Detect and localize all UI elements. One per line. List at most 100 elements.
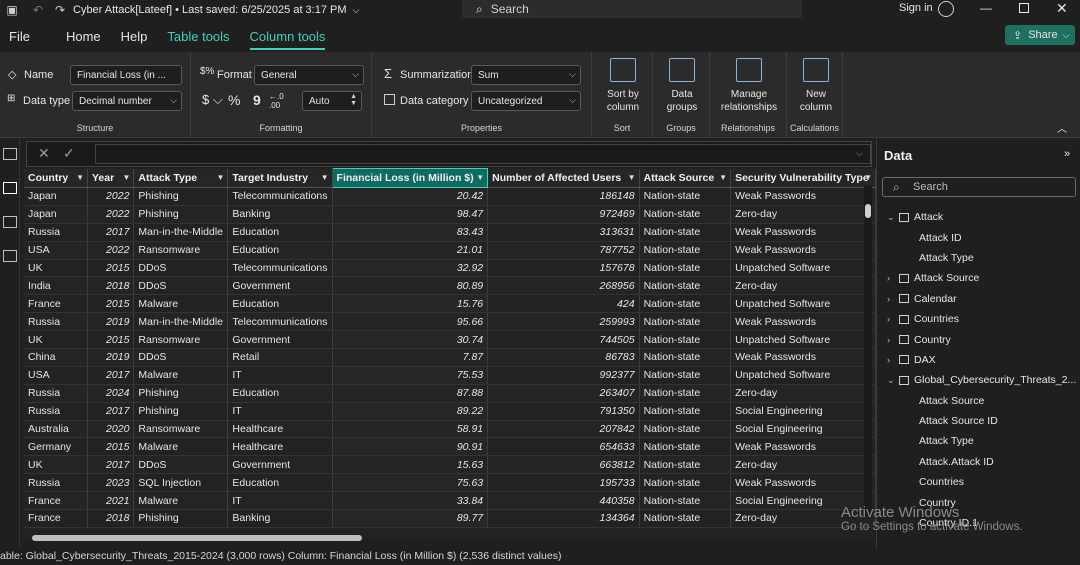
format-select[interactable]: General ⌵: [254, 65, 364, 85]
data-groups-button[interactable]: Data groups: [655, 58, 709, 114]
tree-field-node[interactable]: Attack.Attack ID: [887, 452, 1077, 472]
filter-dropdown-icon[interactable]: ▼: [76, 173, 84, 182]
table-cell[interactable]: Russia: [24, 223, 88, 242]
table-cell[interactable]: 186148: [487, 187, 640, 206]
table-cell[interactable]: 7.87: [332, 348, 489, 367]
table-cell[interactable]: Banking: [227, 509, 333, 528]
table-cell[interactable]: 95.66: [332, 312, 489, 332]
table-cell[interactable]: Telecommunications: [227, 187, 333, 206]
table-cell[interactable]: 157678: [487, 259, 640, 278]
chevron-right-icon[interactable]: ›: [887, 355, 899, 365]
table-cell[interactable]: Healthcare: [227, 437, 333, 457]
model-view-icon[interactable]: [3, 216, 17, 228]
table-cell[interactable]: Education: [227, 473, 333, 493]
new-column-button[interactable]: New column: [789, 58, 843, 114]
table-cell[interactable]: Ransomware: [133, 420, 229, 439]
table-cell[interactable]: Malware: [133, 366, 229, 385]
tree-field-node[interactable]: Attack Source: [887, 391, 1077, 411]
table-cell[interactable]: China: [24, 348, 88, 367]
share-button[interactable]: ⇪ Share ⌵: [1005, 25, 1075, 45]
table-cell[interactable]: Education: [227, 384, 333, 403]
column-header-financial-loss[interactable]: Financial Loss (in Million $) ▼: [331, 168, 489, 188]
table-cell[interactable]: 32.92: [332, 259, 489, 278]
table-cell[interactable]: 313631: [487, 223, 640, 242]
table-cell[interactable]: 83.43: [332, 223, 489, 242]
decimals-stepper[interactable]: Auto ▲ ▼: [302, 91, 362, 111]
sign-in-link[interactable]: Sign in: [899, 2, 933, 14]
table-cell[interactable]: Malware: [133, 294, 229, 314]
table-cell[interactable]: 134364: [487, 509, 640, 528]
table-cell[interactable]: SQL Injection: [133, 473, 229, 493]
tree-field-node[interactable]: Attack ID: [887, 227, 1077, 247]
table-cell[interactable]: 2022: [87, 241, 135, 260]
table-cell[interactable]: 259993: [487, 312, 640, 332]
table-cell[interactable]: IT: [227, 491, 333, 511]
column-header-attack-source[interactable]: Attack Source ▼: [639, 168, 732, 188]
table-cell[interactable]: Nation-state: [639, 276, 732, 296]
table-cell[interactable]: 15.76: [332, 294, 489, 314]
table-cell[interactable]: Nation-state: [639, 420, 732, 439]
table-cell[interactable]: DDoS: [133, 276, 229, 296]
currency-icon[interactable]: $ ⌵: [202, 92, 223, 108]
table-cell[interactable]: Nation-state: [639, 437, 732, 457]
table-cell[interactable]: Nation-state: [639, 455, 732, 475]
comma-icon[interactable]: 9: [253, 92, 261, 108]
table-cell[interactable]: Zero-day: [730, 384, 876, 403]
table-cell[interactable]: 80.89: [332, 276, 489, 296]
table-cell[interactable]: 2015: [87, 437, 135, 457]
table-cell[interactable]: Nation-state: [639, 205, 732, 224]
table-cell[interactable]: UK: [24, 259, 88, 278]
table-cell[interactable]: Nation-state: [639, 473, 732, 493]
table-cell[interactable]: 2020: [87, 420, 135, 439]
redo-icon[interactable]: ↷: [53, 3, 67, 17]
table-cell[interactable]: UK: [24, 455, 88, 475]
chevron-down-icon[interactable]: ⌵: [856, 148, 863, 159]
menu-help[interactable]: Help: [121, 29, 148, 44]
menu-home[interactable]: Home: [66, 29, 101, 44]
table-cell[interactable]: France: [24, 509, 88, 528]
table-cell[interactable]: Telecommunications: [227, 312, 333, 332]
tree-table-node[interactable]: › DAX: [887, 350, 1077, 370]
table-cell[interactable]: 58.91: [332, 420, 489, 439]
table-cell[interactable]: Russia: [24, 402, 88, 421]
table-cell[interactable]: Man-in-the-Middle: [133, 223, 229, 242]
table-cell[interactable]: Zero-day: [730, 276, 876, 296]
manage-relationships-button[interactable]: Manage relationships: [712, 58, 786, 114]
datatype-select[interactable]: Decimal number ⌵: [72, 91, 182, 111]
name-field[interactable]: Financial Loss (in ...: [70, 65, 182, 85]
table-cell[interactable]: Nation-state: [639, 187, 732, 206]
table-cell[interactable]: 2017: [87, 223, 135, 242]
table-cell[interactable]: 2024: [87, 384, 135, 403]
window-title[interactable]: Cyber Attack[Lateef] • Last saved: 6/25/…: [73, 4, 347, 16]
chevron-right-icon[interactable]: ›: [887, 294, 899, 304]
sort-by-column-button[interactable]: Sort by column: [596, 58, 650, 114]
table-cell[interactable]: 2022: [87, 205, 135, 224]
table-cell[interactable]: Government: [227, 276, 333, 296]
tree-field-node[interactable]: Country: [887, 492, 1077, 512]
table-cell[interactable]: 98.47: [332, 205, 489, 224]
table-cell[interactable]: Ransomware: [133, 330, 229, 350]
table-cell[interactable]: 195733: [487, 473, 640, 493]
tree-table-node[interactable]: › Country: [887, 329, 1077, 349]
tab-column-tools[interactable]: Column tools: [249, 29, 326, 50]
table-cell[interactable]: DDoS: [133, 259, 229, 278]
table-cell[interactable]: 2018: [87, 276, 135, 296]
table-cell[interactable]: Nation-state: [639, 241, 732, 260]
table-cell[interactable]: Nation-state: [639, 294, 732, 314]
table-cell[interactable]: Zero-day: [730, 455, 876, 475]
tree-table-node[interactable]: ⌄ Global_Cybersecurity_Threats_2...: [887, 370, 1077, 390]
filter-dropdown-icon[interactable]: ▼: [216, 173, 224, 182]
table-cell[interactable]: Retail: [227, 348, 333, 367]
table-cell[interactable]: Education: [227, 241, 333, 260]
chevron-down-icon[interactable]: ⌵: [353, 5, 360, 16]
stepper-arrows-icon[interactable]: ▲ ▼: [350, 93, 357, 107]
table-cell[interactable]: Government: [227, 455, 333, 475]
table-cell[interactable]: Weak Passwords: [730, 348, 876, 367]
table-cell[interactable]: Unpatched Software: [730, 294, 876, 314]
expand-pane-icon[interactable]: »: [1064, 148, 1070, 160]
table-cell[interactable]: 2019: [87, 348, 135, 367]
chevron-down-icon[interactable]: ⌄: [887, 212, 899, 223]
filter-dropdown-icon[interactable]: ▼: [719, 173, 727, 182]
table-cell[interactable]: 992377: [487, 366, 640, 385]
column-header-attack-type[interactable]: Attack Type ▼: [133, 168, 229, 188]
